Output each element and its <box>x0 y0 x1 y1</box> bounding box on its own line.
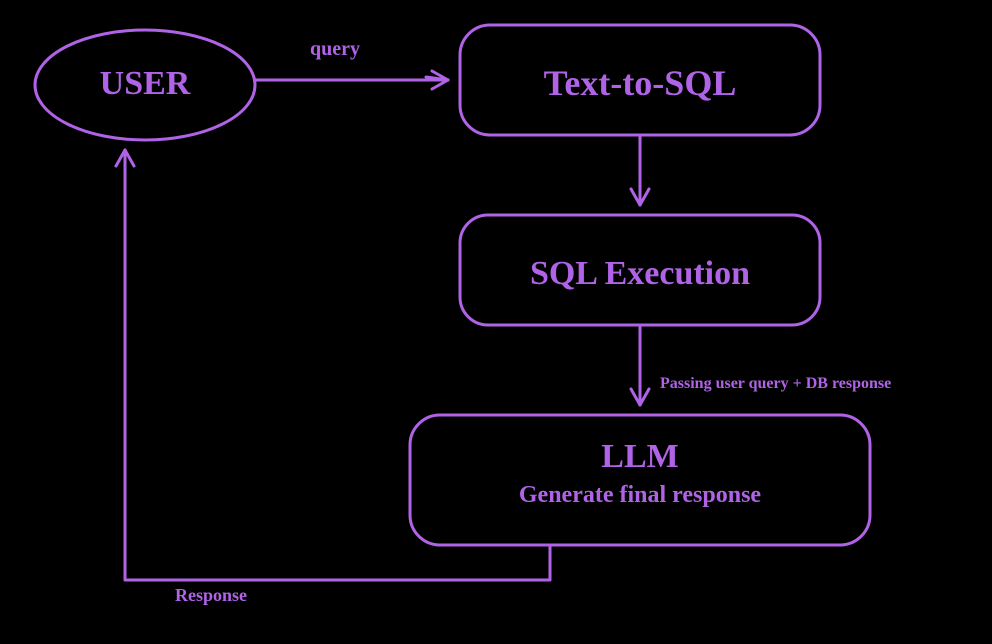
edge-user-to-t2s <box>255 71 448 89</box>
node-sql-execution <box>460 215 820 325</box>
edge-sqlex-to-llm <box>631 325 649 405</box>
diagram-canvas <box>0 0 992 644</box>
node-user <box>35 30 255 140</box>
edge-t2s-to-sqlex <box>631 135 649 205</box>
node-llm <box>410 415 870 545</box>
node-text-to-sql <box>460 25 820 135</box>
